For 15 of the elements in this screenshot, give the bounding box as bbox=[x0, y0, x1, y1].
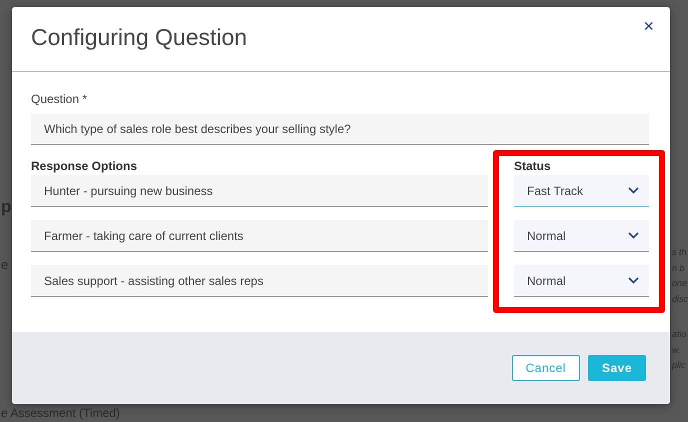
response-field[interactable]: Farmer - taking care of current clients bbox=[31, 220, 488, 252]
field-label: Question * bbox=[31, 92, 88, 106]
chevron-down-icon bbox=[628, 277, 639, 284]
column-heading: Status bbox=[514, 159, 552, 173]
response-field[interactable]: Hunter - pursuing new business bbox=[31, 175, 488, 207]
status-select[interactable]: Fast Track bbox=[514, 175, 649, 207]
column-heading: Response Options bbox=[31, 159, 138, 173]
chevron-down-icon bbox=[628, 187, 639, 194]
response-field[interactable]: Sales support - assisting other sales reps bbox=[31, 265, 488, 297]
status-select[interactable]: Normal bbox=[514, 220, 649, 252]
dialog-title: Configuring Question bbox=[31, 24, 248, 52]
chevron-down-icon bbox=[628, 232, 639, 239]
close-button[interactable]: × bbox=[641, 17, 656, 35]
status-select[interactable]: Normal bbox=[514, 265, 649, 297]
question-field[interactable]: Which type of sales role best describes your selling style? bbox=[31, 114, 649, 145]
